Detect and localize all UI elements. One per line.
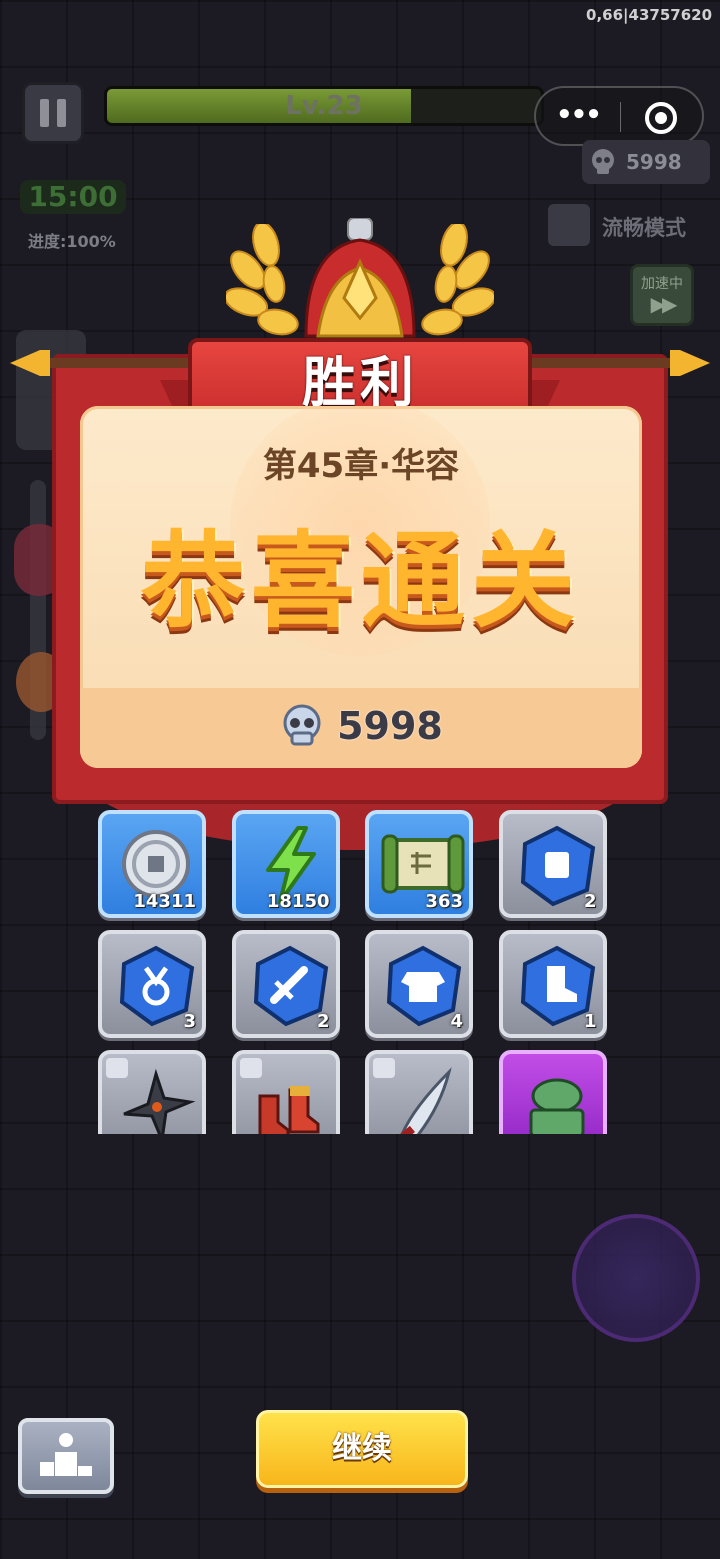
skull-icon: [283, 704, 321, 746]
helmet-icon: [304, 218, 416, 338]
reward-count: 18150: [266, 891, 330, 912]
close-target-icon[interactable]: [644, 101, 678, 135]
reward-item[interactable]: 2: [498, 810, 607, 918]
reward-count: 2: [583, 891, 597, 912]
jade-turtle-seal-icon: [529, 1078, 584, 1134]
xp-bar: Lv.23: [104, 86, 544, 126]
progress-text: 进度:100%: [28, 232, 116, 251]
reward-item[interactable]: 18150: [231, 810, 340, 918]
level-label: Lv.23: [285, 91, 363, 121]
reward-count: 1: [583, 1011, 597, 1032]
equipment-tag-icon: [106, 1058, 128, 1078]
chapter-label: 第45章·华容: [262, 446, 460, 486]
skull-icon: [592, 149, 614, 174]
debug-text: 0,66|43757620: [586, 6, 712, 24]
skull-reward-row: 5998: [80, 700, 642, 752]
reward-count: 3: [183, 1011, 196, 1032]
congrats-headline: 恭喜通关: [140, 520, 581, 642]
mini-program-capsule: •••: [534, 86, 704, 146]
pause-button[interactable]: [22, 82, 84, 144]
reward-count: 2: [316, 1011, 330, 1032]
equipment-tag-icon: [239, 1058, 262, 1078]
reward-count: 14311: [133, 891, 196, 912]
smooth-mode-label: 流畅模式: [602, 216, 686, 240]
reward-item[interactable]: [365, 1050, 473, 1134]
reward-item[interactable]: 1: [498, 930, 607, 1038]
skull-counter: 5998: [582, 140, 710, 184]
equipment-tag-icon: [373, 1058, 395, 1078]
skull-count: 5998: [626, 150, 682, 174]
reward-item[interactable]: 363: [365, 810, 473, 918]
reward-count: 363: [425, 891, 463, 912]
fast-forward-icon: ▶▶: [650, 292, 678, 316]
reward-item[interactable]: [498, 1050, 607, 1134]
skull-reward-value: 5998: [337, 704, 443, 748]
speed-label: 加速中: [641, 276, 683, 292]
continue-button[interactable]: 继续: [256, 1410, 468, 1488]
reward-item[interactable]: 3: [98, 930, 206, 1038]
more-menu-button[interactable]: •••: [556, 102, 602, 128]
podium-icon: [40, 1433, 92, 1476]
boss-skill-icon[interactable]: [572, 1214, 700, 1342]
reward-item[interactable]: 14311: [98, 810, 206, 918]
reward-item[interactable]: [98, 1050, 206, 1134]
leaderboard-button[interactable]: [18, 1418, 114, 1494]
speed-button[interactable]: 加速中 ▶▶: [630, 264, 694, 326]
reward-item[interactable]: 4: [365, 930, 473, 1038]
reward-item[interactable]: [231, 1050, 340, 1134]
reward-count: 4: [450, 1011, 463, 1032]
reward-item[interactable]: 2: [231, 930, 340, 1038]
timer: 15:00: [20, 180, 126, 214]
smooth-mode-checkbox[interactable]: [548, 204, 590, 246]
reward-grid: 14311 18150 363 2 3 2 4 1: [98, 810, 610, 1134]
